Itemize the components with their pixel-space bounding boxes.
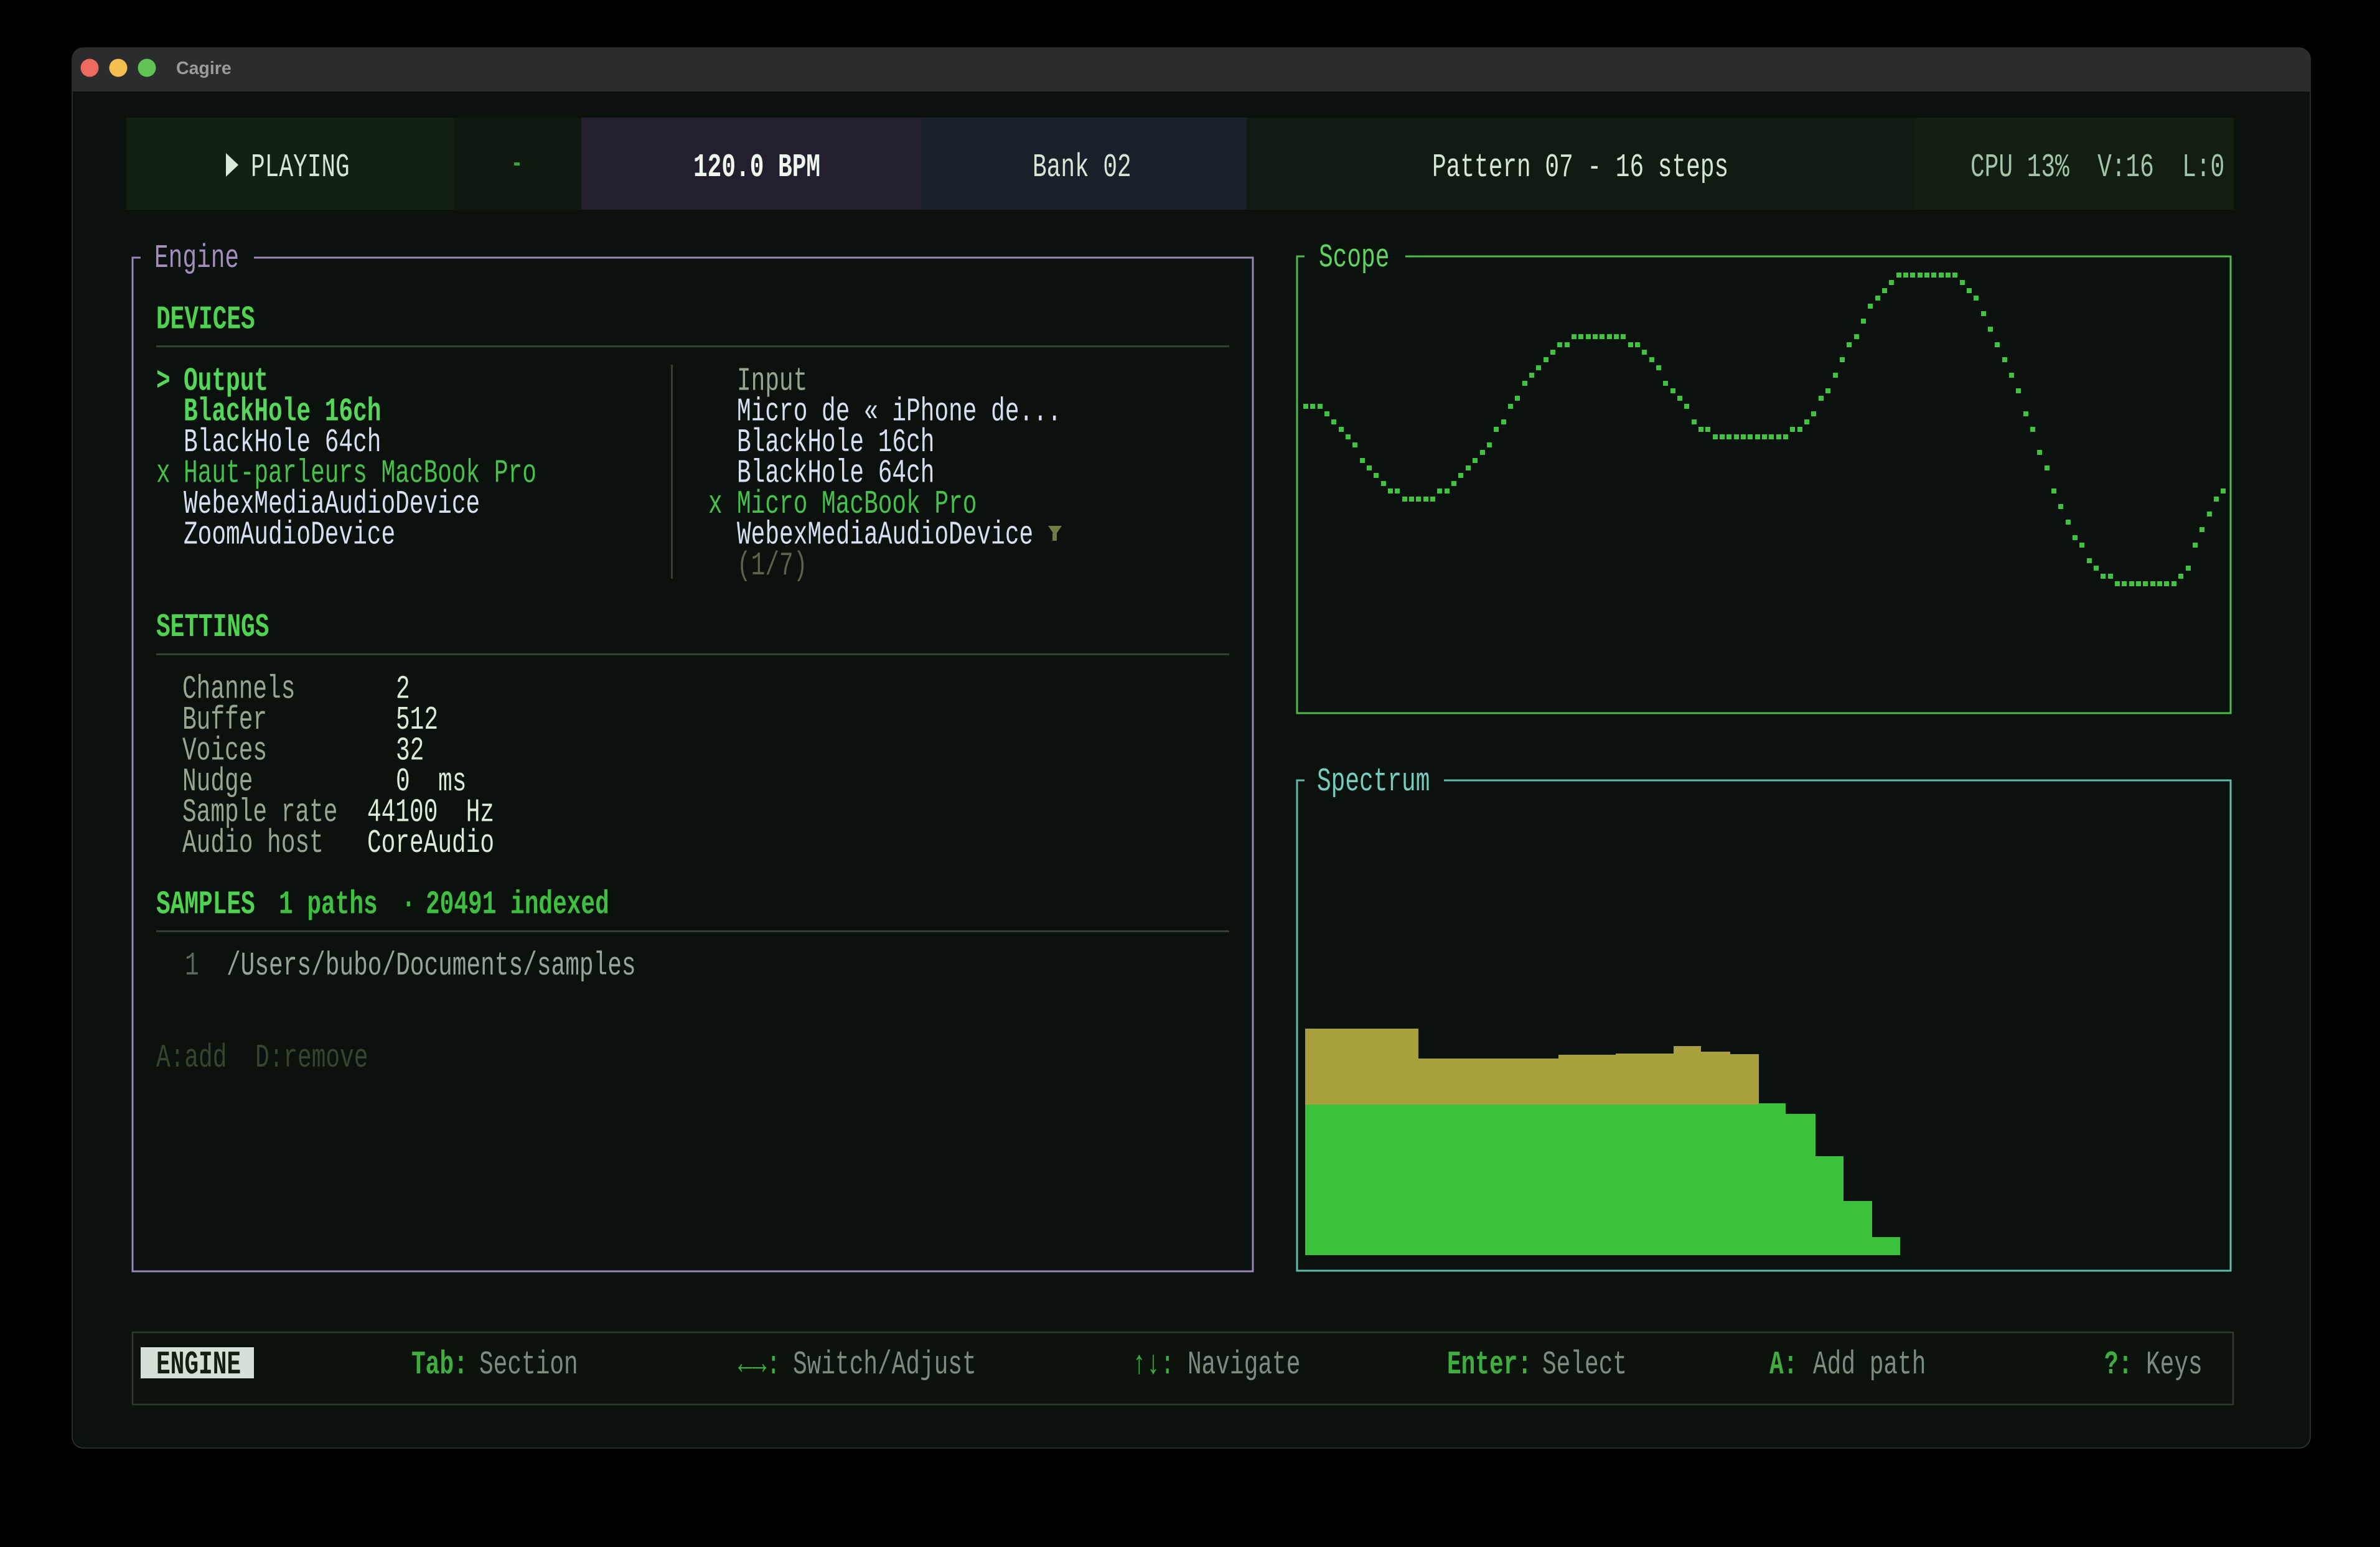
- svg-text:/Users/bubo/Documents/samples: /Users/bubo/Documents/samples: [227, 947, 636, 984]
- svg-text:PLAYING: PLAYING: [251, 149, 350, 186]
- svg-text:?:: ?:: [2104, 1346, 2132, 1383]
- svg-text:CoreAudio: CoreAudio: [367, 825, 494, 862]
- svg-text:Add path: Add path: [1813, 1346, 1926, 1383]
- svg-text:Tab:: Tab:: [411, 1346, 468, 1383]
- svg-text:Navigate: Navigate: [1188, 1346, 1300, 1383]
- svg-text:SAMPLES: SAMPLES: [156, 886, 255, 923]
- svg-text:ZoomAudioDevice: ZoomAudioDevice: [184, 516, 395, 554]
- svg-text:Switch/Adjust: Switch/Adjust: [793, 1346, 977, 1383]
- svg-text:120.0 BPM: 120.0 BPM: [693, 149, 820, 186]
- svg-text:D:remove: D:remove: [255, 1039, 368, 1077]
- svg-text:1: 1: [185, 947, 199, 984]
- svg-text:1 paths: 1 paths: [279, 886, 378, 923]
- svg-text:Select: Select: [1542, 1346, 1627, 1383]
- svg-text:↑↓:: ↑↓:: [1132, 1346, 1174, 1383]
- svg-text:←→:: ←→:: [738, 1346, 780, 1383]
- svg-text:ENGINE: ENGINE: [156, 1346, 241, 1383]
- svg-text:x: x: [708, 485, 723, 523]
- svg-text:Section: Section: [479, 1346, 578, 1383]
- svg-text:Cagire: Cagire: [176, 58, 232, 78]
- svg-text:CPU 13% V:16 L:0: CPU 13% V:16 L:0: [1970, 149, 2224, 186]
- svg-text:Audio host: Audio host: [182, 825, 324, 862]
- svg-text:Pattern 07 - 16 steps: Pattern 07 - 16 steps: [1432, 149, 1728, 186]
- svg-text:Keys: Keys: [2146, 1346, 2203, 1383]
- svg-text:Scope: Scope: [1319, 239, 1389, 276]
- svg-text:Spectrum: Spectrum: [1317, 763, 1430, 800]
- svg-text:A:add: A:add: [156, 1039, 227, 1077]
- svg-text:>: >: [156, 363, 171, 400]
- svg-text:(1/7): (1/7): [737, 547, 807, 584]
- svg-text:20491 indexed: 20491 indexed: [426, 886, 609, 923]
- svg-text:x: x: [156, 455, 171, 492]
- svg-text:Enter:: Enter:: [1447, 1346, 1532, 1383]
- svg-text:·: ·: [401, 886, 416, 923]
- svg-text:Engine: Engine: [154, 240, 239, 277]
- svg-text:Bank 02: Bank 02: [1033, 149, 1131, 186]
- svg-text:A:: A:: [1769, 1346, 1797, 1383]
- svg-text:DEVICES: DEVICES: [156, 301, 255, 339]
- svg-text:SETTINGS: SETTINGS: [156, 609, 269, 646]
